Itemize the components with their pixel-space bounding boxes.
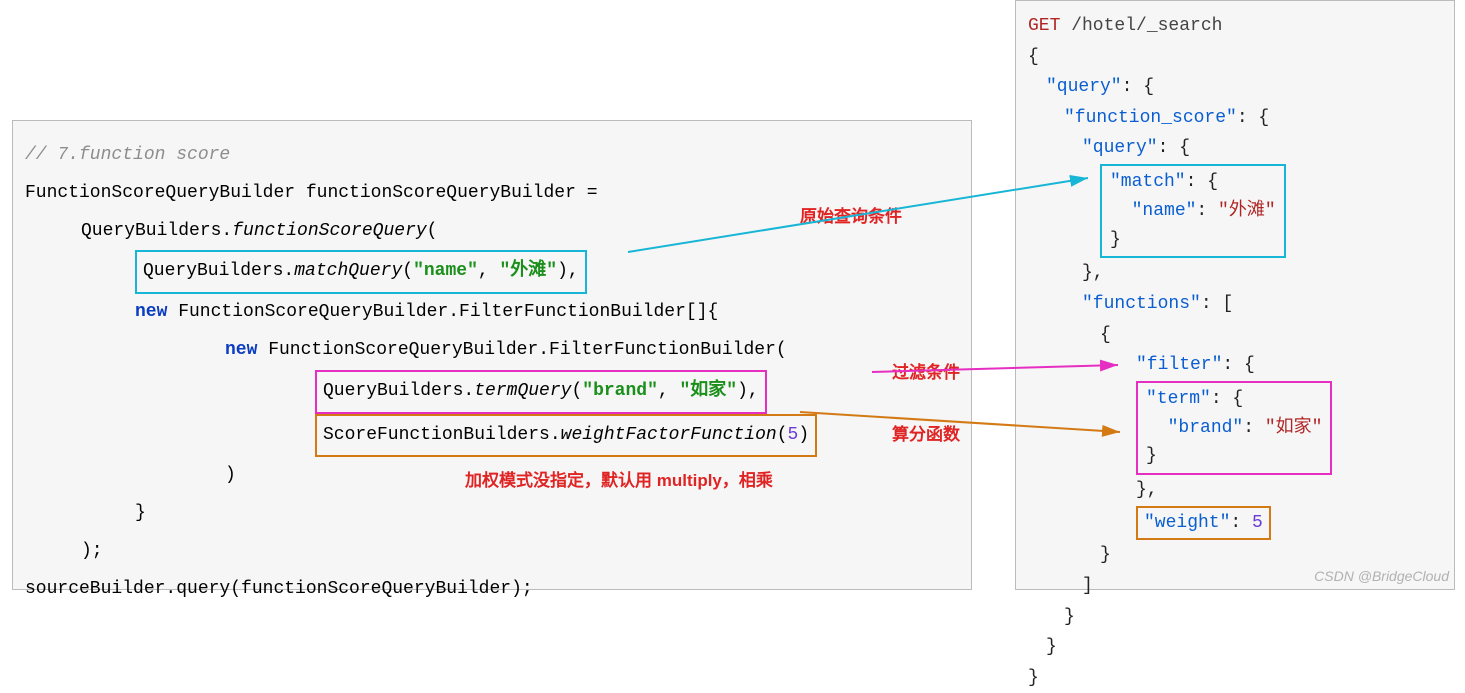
json-line: } xyxy=(1028,663,1442,693)
code-line: QueryBuilders.termQuery("brand", "如家"), xyxy=(25,370,959,414)
json-line: "term": { "brand": "如家" } xyxy=(1028,381,1442,475)
json-line: "function_score": { xyxy=(1028,103,1442,134)
code-line: // 7.function score xyxy=(25,137,959,175)
json-line: "functions": [ xyxy=(1028,289,1442,320)
label-score: 算分函数 xyxy=(892,420,960,445)
code-line: ScoreFunctionBuilders.weightFactorFuncti… xyxy=(25,414,959,458)
comment: // 7.function score xyxy=(25,145,230,165)
json-line: GET /hotel/_search xyxy=(1028,11,1442,42)
json-weight-box: "weight": 5 xyxy=(1136,506,1271,541)
json-line: "match": { "name": "外滩" } xyxy=(1028,164,1442,258)
json-line: { xyxy=(1028,42,1442,73)
json-line: } xyxy=(1028,540,1442,571)
code-line: ); xyxy=(25,533,959,571)
code-line: new FunctionScoreQueryBuilder.FilterFunc… xyxy=(25,294,959,332)
label-original-query: 原始查询条件 xyxy=(800,202,902,227)
json-line: } xyxy=(1028,632,1442,663)
label-filter: 过滤条件 xyxy=(892,358,960,383)
code-line: } xyxy=(25,495,959,533)
label-mode: 加权模式没指定，默认用 multiply，相乘 xyxy=(465,466,773,491)
json-line: }, xyxy=(1028,475,1442,506)
json-term-box: "term": { "brand": "如家" } xyxy=(1136,381,1332,475)
json-line: "filter": { xyxy=(1028,350,1442,381)
json-pane: GET /hotel/_search { "query": { "functio… xyxy=(1015,0,1455,590)
weight-function-box: ScoreFunctionBuilders.weightFactorFuncti… xyxy=(315,414,817,458)
match-query-box: QueryBuilders.matchQuery("name", "外滩"), xyxy=(135,250,587,294)
code-line: new FunctionScoreQueryBuilder.FilterFunc… xyxy=(25,332,959,370)
json-line: } xyxy=(1028,602,1442,633)
json-line: { xyxy=(1028,320,1442,351)
term-query-box: QueryBuilders.termQuery("brand", "如家"), xyxy=(315,370,767,414)
code-line: QueryBuilders.matchQuery("name", "外滩"), xyxy=(25,250,959,294)
json-match-box: "match": { "name": "外滩" } xyxy=(1100,164,1286,258)
watermark: CSDN @BridgeCloud xyxy=(1314,568,1449,584)
java-code-pane: // 7.function score FunctionScoreQueryBu… xyxy=(12,120,972,590)
json-line: "weight": 5 xyxy=(1028,506,1442,541)
json-line: "query": { xyxy=(1028,133,1442,164)
json-line: "query": { xyxy=(1028,72,1442,103)
json-line: }, xyxy=(1028,258,1442,289)
